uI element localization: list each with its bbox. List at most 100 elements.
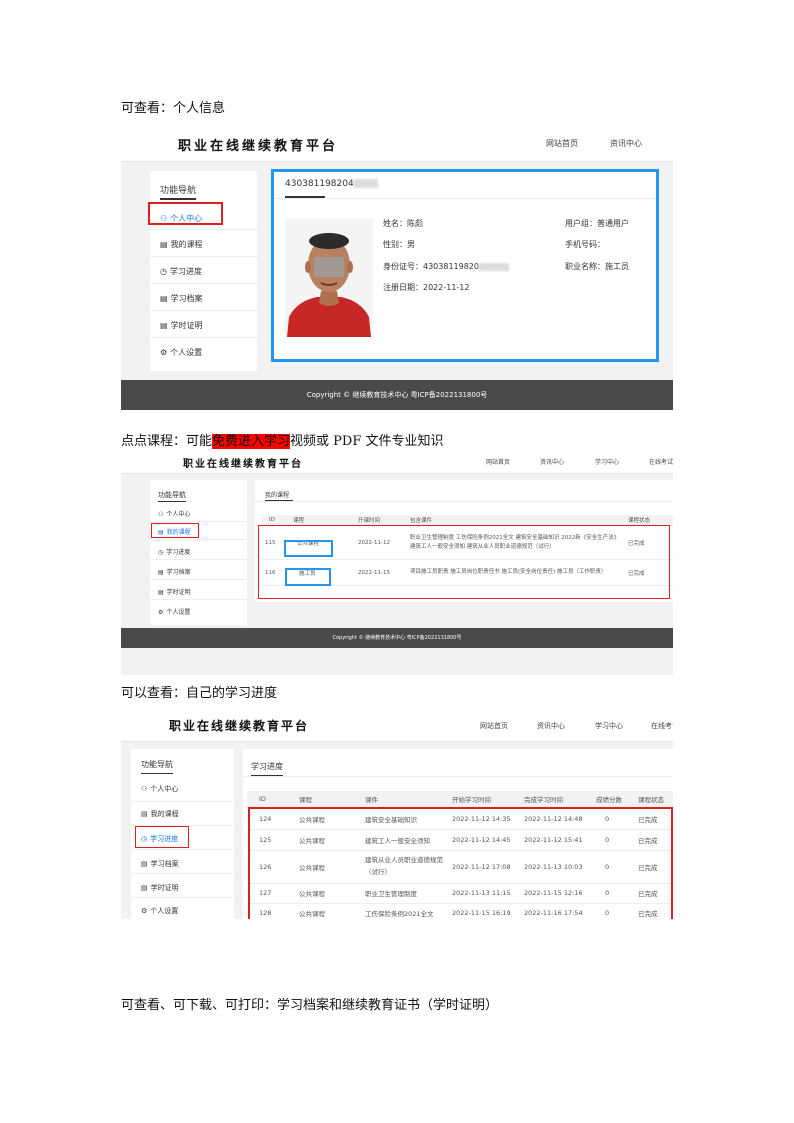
- archive-icon: ▤: [141, 860, 148, 868]
- sidebar-item-label: 学时证明: [170, 321, 203, 330]
- highlight-box-personal-center: [148, 202, 223, 225]
- nav-home[interactable]: 网站首页: [486, 457, 510, 466]
- sidebar-item-label: 学习档案: [150, 860, 179, 868]
- site-brand: 职业在线继续教育平台: [178, 139, 339, 154]
- sidebar-item-personal-center[interactable]: ⚇ 个人中心: [131, 778, 234, 802]
- highlight-box-progress-table: [248, 807, 673, 919]
- nav-news[interactable]: 资讯中心: [537, 721, 565, 731]
- site-brand: 职业在线继续教育平台: [169, 719, 310, 733]
- sidebar-item-my-courses[interactable]: ▤ 我的课程: [150, 230, 257, 257]
- nav-study-center[interactable]: 学习中心: [595, 721, 623, 731]
- sidebar-item-label: 学时证明: [150, 884, 179, 892]
- highlight-free-study: 免费进入学习: [212, 434, 291, 449]
- sidebar-item-archive[interactable]: ▤ 学习档案: [150, 284, 257, 311]
- tab-study-progress[interactable]: 学习进度: [251, 761, 283, 772]
- sidebar-item-archive[interactable]: ▤ 学习档案: [131, 850, 234, 874]
- sidebar-item-label: 学时证明: [166, 589, 191, 596]
- nav-home[interactable]: 网站首页: [546, 138, 578, 149]
- clock-icon: ◷: [158, 549, 164, 556]
- sidebar-item-certificate[interactable]: ▤ 学时证明: [150, 580, 247, 600]
- certificate-icon: ▤: [141, 884, 148, 892]
- settings-icon: ⚙: [160, 348, 168, 357]
- user-icon: ⚇: [158, 511, 164, 518]
- sidebar: 功能导航 ⚇ 个人中心 ▤ 我的课程 ◷ 学习进度 ▤ 学习档案 ▤ 学时证明 ⚙ 个人设置: [150, 480, 247, 625]
- sidebar-item-settings[interactable]: ⚙ 个人设置: [131, 898, 234, 919]
- sidebar-title-underline: [141, 773, 173, 774]
- sidebar-item-my-courses[interactable]: ▤ 我的课程: [131, 802, 234, 826]
- sidebar-item-label: 学习档案: [170, 294, 203, 303]
- sidebar-item-label: 我的课程: [170, 240, 203, 249]
- column-header: 开始学习时间: [451, 791, 523, 809]
- sidebar-item-settings[interactable]: ⚙ 个人设置: [150, 338, 257, 365]
- archive-icon: ▤: [158, 569, 164, 576]
- highlight-box-progress: [135, 826, 189, 848]
- column-header: 成绩分数: [595, 791, 637, 809]
- user-icon: ⚇: [141, 785, 148, 793]
- course-icon: ▤: [160, 240, 168, 249]
- column-header: 课程: [291, 791, 364, 809]
- sidebar-title: 功能导航: [160, 186, 197, 196]
- sidebar-item-archive[interactable]: ▤ 学习档案: [150, 560, 247, 580]
- column-header: 包含课件: [409, 515, 627, 526]
- nav-news[interactable]: 资讯中心: [540, 457, 564, 466]
- clock-icon: ◷: [160, 267, 167, 276]
- screenshot-personal-center: 职业在线继续教育平台 网站首页 资讯中心 功能导航 ⚇ 个人中心 ▤ 我的课程 ◷ 学…: [121, 127, 673, 410]
- sidebar-item-label: 学习档案: [166, 569, 191, 576]
- nav-exam[interactable]: 在线考试: [649, 457, 673, 466]
- sidebar-item-progress[interactable]: ◷ 学习进度: [150, 540, 247, 560]
- caption-personal-info: 可查看：个人信息: [121, 101, 226, 116]
- site-footer: Copyright © 继续教育技术中心 粤ICP备2022131800号: [121, 628, 673, 648]
- settings-icon: ⚙: [158, 609, 164, 616]
- column-header: 开课时间: [357, 515, 409, 526]
- course-icon: ▤: [141, 810, 148, 818]
- table-header-row: ID 课程 课件 开始学习时间 完成学习时间 成绩分数 课程状态: [247, 791, 673, 809]
- nav-home[interactable]: 网站首页: [480, 721, 508, 731]
- sidebar-item-label: 个人设置: [170, 348, 203, 357]
- highlight-box-my-courses: [151, 523, 199, 538]
- sidebar-item-settings[interactable]: ⚙ 个人设置: [150, 600, 247, 620]
- column-header: 课程状态: [637, 791, 673, 809]
- site-footer: Copyright © 继续教育技术中心 粤ICP备2022131800号: [121, 380, 673, 410]
- sidebar-item-label: 我的课程: [150, 810, 179, 818]
- nav-exam[interactable]: 在线考试: [651, 721, 673, 731]
- sidebar-item-personal-center[interactable]: ⚇ 个人中心: [150, 506, 247, 522]
- archive-icon: ▤: [160, 294, 168, 303]
- column-header: 完成学习时间: [523, 791, 595, 809]
- column-header: 课程: [285, 515, 357, 526]
- site-header: 职业在线继续教育平台 网站首页 资讯中心 学习中心 在线考试: [121, 451, 673, 474]
- nav-study-center[interactable]: 学习中心: [595, 457, 619, 466]
- certificate-icon: ▤: [160, 321, 168, 330]
- sidebar-item-label: 个人设置: [150, 907, 179, 915]
- column-header: ID: [261, 515, 285, 526]
- caption-progress: 可以查看：自己的学习进度: [121, 686, 278, 701]
- sidebar-item-progress[interactable]: ◷ 学习进度: [150, 257, 257, 284]
- sidebar-title-underline: [158, 501, 186, 502]
- sidebar-item-label: 个人中心: [166, 511, 191, 518]
- site-header: 职业在线继续教育平台 网站首页 资讯中心 学习中心 在线考试: [121, 709, 673, 742]
- column-header: ID: [247, 791, 291, 809]
- column-header: 课件: [364, 791, 451, 809]
- sidebar-title: 功能导航: [141, 760, 173, 769]
- sidebar-title-underline: [160, 198, 196, 200]
- site-brand: 职业在线继续教育平台: [183, 459, 303, 470]
- nav-news[interactable]: 资讯中心: [610, 138, 642, 149]
- tab-my-courses[interactable]: 我的课程: [265, 490, 289, 499]
- table-header-row: ID 课程 开课时间 包含课件 课程状态: [261, 515, 673, 526]
- sidebar: 功能导航 ⚇ 个人中心 ▤ 我的课程 ◷ 学习进度 ▤ 学习档案 ▤ 学时证明 ⚙ 个人设置: [150, 171, 257, 371]
- sidebar-item-label: 个人中心: [150, 785, 179, 793]
- sidebar-item-certificate[interactable]: ▤ 学时证明: [150, 311, 257, 338]
- caption-archive-certificate: 可查看、可下载、可打印：学习档案和继续教育证书（学时证明）: [121, 998, 499, 1013]
- sidebar-item-label: 学习进度: [169, 267, 202, 276]
- certificate-icon: ▤: [158, 589, 164, 596]
- column-header: 课程状态: [627, 515, 673, 526]
- highlight-box-course-table: [258, 525, 670, 599]
- sidebar-item-label: 个人设置: [166, 609, 191, 616]
- screenshot-study-progress: 职业在线继续教育平台 网站首页 资讯中心 学习中心 在线考试 功能导航 ⚇个人中…: [121, 709, 673, 919]
- sidebar-title: 功能导航: [158, 491, 186, 499]
- site-header: 职业在线继续教育平台 网站首页 资讯中心: [121, 127, 673, 162]
- highlight-box-profile: [271, 169, 659, 362]
- screenshot-my-courses: 职业在线继续教育平台 网站首页 资讯中心 学习中心 在线考试 功能导航 ⚇ 个人中…: [121, 451, 673, 675]
- caption-courses: 点点课程：可能免费进入学习视频或 PDF 文件专业知识: [121, 434, 444, 449]
- sidebar-item-certificate[interactable]: ▤ 学时证明: [131, 874, 234, 898]
- settings-icon: ⚙: [141, 907, 148, 915]
